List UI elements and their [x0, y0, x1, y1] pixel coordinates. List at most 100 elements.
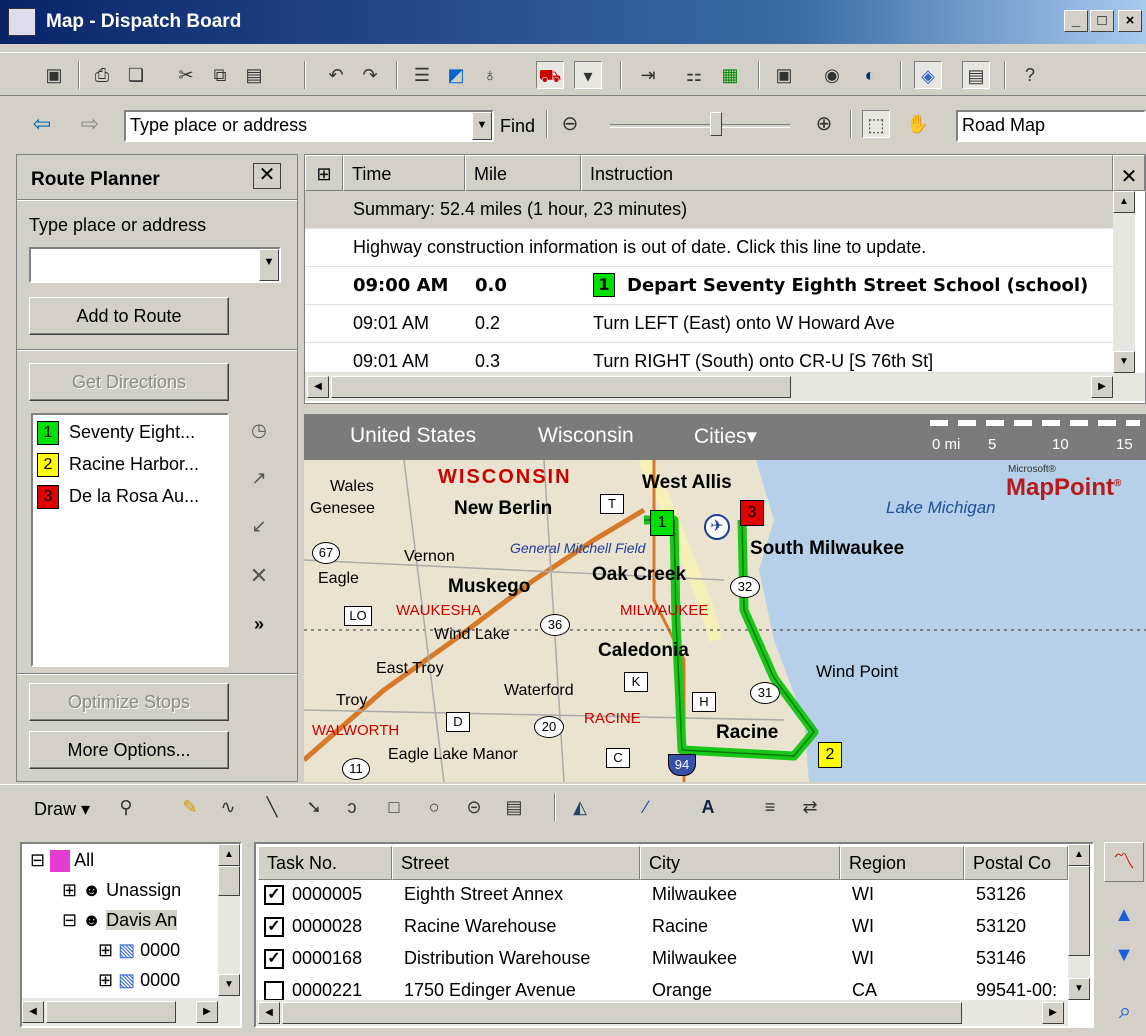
pushpin-icon[interactable]: ⚲ [112, 793, 140, 821]
back-icon[interactable]: ⇦ [28, 110, 56, 138]
tree-item[interactable]: ⊞ ▧ 0000 [98, 940, 180, 961]
radius-icon[interactable]: ⊝ [460, 793, 488, 821]
scribble-icon[interactable]: ↄ [338, 793, 366, 821]
breadcrumb-state[interactable]: Wisconsin [538, 424, 634, 448]
cut-icon[interactable]: ✂ [172, 61, 200, 89]
row-checkbox[interactable]: ✓ [264, 917, 284, 937]
move-up-icon[interactable]: ▲ [1110, 904, 1138, 928]
copy-icon[interactable]: ⧉ [206, 61, 234, 89]
schedule-icon[interactable]: ▤ [962, 61, 990, 89]
tree-item[interactable]: ⊞ ▧ 0000 [98, 970, 180, 991]
row-checkbox[interactable] [264, 981, 284, 1001]
route-car-icon[interactable]: ⛟ [536, 61, 564, 89]
column-header-instruction[interactable]: Instruction [581, 155, 1113, 191]
table-row[interactable]: ✓ 0000168 Distribution Warehouse Milwauk… [258, 944, 1068, 976]
tree-hscroll[interactable]: ◀ ▶ [22, 998, 240, 1026]
table-row[interactable]: ✓ 0000005 Eighth Street Annex Milwaukee … [258, 880, 1068, 912]
place-search-combo[interactable]: Type place or address ▼ [124, 110, 494, 142]
tree-vscroll[interactable]: ▲ ▼ [218, 844, 240, 998]
route-input[interactable]: ▼ [29, 247, 281, 283]
fill-color-icon[interactable]: ◭ [566, 793, 594, 821]
arrow-icon[interactable]: ➘ [300, 793, 328, 821]
scroll-thumb[interactable] [331, 376, 791, 398]
tree-item[interactable]: ⊟ All [30, 850, 94, 873]
list-item[interactable]: 1 Seventy Eight... [37, 421, 225, 451]
breadcrumb-cities[interactable]: Cities▾ [694, 424, 757, 449]
chevron-down-icon[interactable]: ▼ [259, 249, 279, 281]
collapse-icon[interactable]: ⊟ [30, 850, 45, 870]
properties-icon[interactable]: ◉ [818, 61, 846, 89]
print-icon[interactable]: ⎙ [88, 61, 116, 89]
expand-icon[interactable]: ⊞ [98, 940, 113, 960]
paste-icon[interactable]: ▤ [240, 61, 268, 89]
column-header-time[interactable]: Time [343, 155, 465, 191]
scroll-left-icon[interactable]: ◀ [307, 376, 329, 398]
grid-hscroll[interactable]: ◀ ▶ [256, 1000, 1068, 1026]
document-icon[interactable]: ▣ [770, 61, 798, 89]
arrow-style-icon[interactable]: ⇄ [796, 793, 824, 821]
clock-icon[interactable]: ◷ [243, 415, 275, 447]
stop-pin-2[interactable]: 2 [818, 742, 842, 768]
line-style-icon[interactable]: ≡ [756, 793, 784, 821]
pan-hand-icon[interactable]: ✋ [904, 110, 932, 138]
find-button[interactable]: Find [500, 116, 535, 137]
add-to-route-button[interactable]: Add to Route [29, 297, 229, 335]
column-header-task[interactable]: Task No. [258, 846, 392, 880]
expand-icon[interactable]: ⊞ [62, 880, 77, 900]
find-nearby-icon[interactable]: ♁ [476, 61, 504, 89]
row-checkbox[interactable]: ✓ [264, 885, 284, 905]
save-icon[interactable]: ▣ [40, 61, 68, 89]
zoom-slider-track[interactable] [610, 124, 790, 128]
scroll-up-icon[interactable]: ▲ [218, 844, 240, 866]
row-checkbox[interactable]: ✓ [264, 949, 284, 969]
remove-all-icon[interactable]: » [243, 609, 275, 641]
oval-icon[interactable]: ○ [420, 793, 448, 821]
edit-map-icon[interactable]: ◩ [442, 61, 470, 89]
scroll-down-icon[interactable]: ▼ [218, 974, 240, 996]
stop-list[interactable]: 1 Seventy Eight... 2 Racine Harbor... 3 De … [31, 413, 229, 667]
table-row[interactable]: 09:00 AM 0.0 1 Depart Seventy Eighth Str… [305, 267, 1113, 305]
highlighter-icon[interactable]: ✎ [176, 793, 204, 821]
column-header-city[interactable]: City [640, 846, 840, 880]
summary-row[interactable]: Summary: 52.4 miles (1 hour, 23 minutes) [305, 191, 1113, 229]
territory-icon[interactable]: ⚏ [680, 61, 708, 89]
list-icon[interactable]: ☰ [408, 61, 436, 89]
list-item[interactable]: 2 Racine Harbor... [37, 453, 225, 483]
directions-vscroll[interactable]: ▲ ▼ [1113, 191, 1135, 373]
zoom-slider-thumb[interactable] [710, 112, 722, 136]
close-button[interactable]: × [1118, 10, 1142, 32]
forward-icon[interactable]: ⇨ [76, 110, 104, 138]
stop-pin-1[interactable]: 1 [650, 510, 674, 536]
scroll-thumb[interactable] [46, 1001, 176, 1023]
move-down-icon[interactable]: ↙ [243, 511, 275, 543]
breadcrumb-country[interactable]: United States [350, 424, 476, 448]
zoom-in-icon[interactable]: ⊕ [810, 110, 838, 138]
dispatch-icon[interactable]: ◈ [914, 61, 942, 89]
tree-item[interactable]: ⊞ ☻ Unassign [62, 880, 181, 901]
move-down-icon[interactable]: ▼ [1110, 944, 1138, 968]
chart-icon[interactable]: 〽 [1104, 842, 1144, 882]
scroll-right-icon[interactable]: ▶ [1042, 1002, 1064, 1024]
line-icon[interactable]: ╲ [258, 793, 286, 821]
font-color-icon[interactable]: A [694, 793, 722, 821]
expand-icon[interactable]: ⊞ [305, 155, 343, 191]
close-icon[interactable]: ✕ [1113, 155, 1145, 191]
map-style-combo[interactable]: Road Map [956, 110, 1146, 142]
help-icon[interactable]: ? [1016, 61, 1044, 89]
tree-view[interactable]: ⊟ All ⊞ ☻ Unassign ⊟ ☻ Davis An ⊞ ▧ 0000… [20, 842, 242, 1028]
scroll-left-icon[interactable]: ◀ [258, 1002, 280, 1024]
stop-pin-3[interactable]: 3 [740, 500, 764, 526]
scroll-up-icon[interactable]: ▲ [1068, 844, 1090, 866]
remove-stop-icon[interactable]: ✕ [243, 561, 275, 593]
column-header-street[interactable]: Street [392, 846, 640, 880]
export-icon[interactable]: ▦ [716, 61, 744, 89]
directions-hscroll[interactable]: ◀ ▶ [305, 373, 1145, 401]
line-color-icon[interactable]: ∕ [632, 793, 660, 821]
more-options-button[interactable]: More Options... [29, 731, 229, 769]
column-header-postal[interactable]: Postal Co [964, 846, 1068, 880]
column-header-mile[interactable]: Mile [465, 155, 581, 191]
import-icon[interactable]: ⇥ [634, 61, 662, 89]
scroll-thumb[interactable] [282, 1002, 962, 1024]
table-row[interactable]: 09:01 AM 0.3 Turn RIGHT (South) onto CR-… [305, 343, 1113, 373]
grid-vscroll[interactable]: ▲ ▼ [1068, 844, 1090, 1000]
